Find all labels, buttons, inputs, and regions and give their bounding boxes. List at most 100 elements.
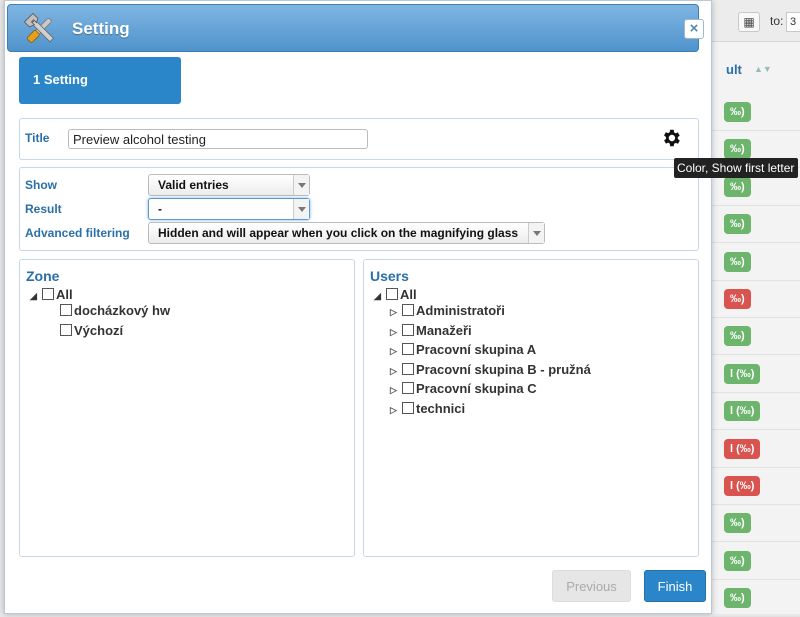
users-tree-item[interactable]: ▷ Manažeři [390, 323, 472, 341]
zone-root-checkbox[interactable] [42, 288, 54, 300]
table-row[interactable]: ‰) [712, 206, 800, 244]
sort-icon[interactable]: ▲▼ [754, 64, 772, 74]
close-button[interactable]: × [684, 19, 704, 39]
users-root-label: All [400, 287, 417, 302]
users-tree-item[interactable]: ▷ Administratoři [390, 303, 505, 321]
users-title: Users [370, 268, 409, 284]
table-row[interactable]: l (‰) [712, 468, 800, 505]
title-panel: Title [19, 118, 699, 160]
status-badge: ‰) [724, 176, 751, 197]
users-item-checkbox[interactable] [402, 343, 414, 355]
zone-panel: Zone ◢ All docházkový hw Výchozí [19, 259, 355, 557]
gear-tooltip: Color, Show first letter [674, 158, 798, 178]
expand-triangle-icon[interactable]: ◢ [374, 291, 386, 302]
collapsed-triangle-icon[interactable]: ▷ [390, 327, 402, 338]
users-tree-item[interactable]: ▷ Pracovní skupina C [390, 381, 537, 399]
status-badge: l (‰) [724, 476, 761, 496]
title-label: Title [25, 131, 50, 145]
advanced-filtering-select[interactable]: Hidden and will appear when you click on… [148, 222, 545, 244]
users-item-label: Pracovní skupina B - pružná [416, 362, 591, 377]
result-column-header[interactable]: ult [726, 62, 742, 77]
collapsed-triangle-icon[interactable]: ▷ [390, 346, 402, 357]
result-select[interactable]: - [148, 198, 310, 220]
chevron-down-icon [528, 223, 544, 243]
show-label: Show [25, 178, 57, 192]
title-input[interactable] [68, 129, 368, 149]
users-item-label: Pracovní skupina A [416, 342, 537, 357]
table-row[interactable]: ‰) [712, 580, 800, 617]
users-item-label: Manažeři [416, 323, 472, 338]
dialog-title: Setting [72, 19, 130, 38]
show-value: Valid entries [158, 178, 229, 192]
users-tree-item[interactable]: ▷ Pracovní skupina A [390, 342, 536, 360]
setting-dialog: Setting × 1 Setting Title Show Valid ent… [4, 0, 712, 614]
users-item-checkbox[interactable] [402, 382, 414, 394]
table-row[interactable]: ‰) [712, 505, 800, 543]
status-badge: ‰) [724, 588, 751, 609]
chevron-down-icon [293, 199, 309, 219]
filter-panel: Show Valid entries Result - Advanced fil… [19, 167, 699, 251]
users-item-checkbox[interactable] [402, 402, 414, 414]
dialog-titlebar: Setting × [7, 4, 704, 52]
finish-button[interactable]: Finish [644, 570, 706, 602]
result-value: - [158, 202, 162, 216]
collapsed-triangle-icon[interactable]: ▷ [390, 385, 402, 396]
gear-icon[interactable] [660, 127, 682, 149]
tab-step-1-setting[interactable]: 1 Setting [19, 57, 181, 104]
users-item-label: Administratoři [416, 303, 505, 318]
users-item-checkbox[interactable] [402, 363, 414, 375]
users-item-checkbox[interactable] [402, 304, 414, 316]
tools-icon [23, 12, 55, 43]
status-badge: l (‰) [724, 401, 761, 422]
zone-item-label: docházkový hw [74, 303, 171, 318]
zone-item-checkbox[interactable] [60, 324, 72, 336]
status-badge: ‰) [724, 139, 751, 160]
status-badge: ‰) [724, 289, 751, 309]
close-icon: × [689, 20, 699, 37]
table-row[interactable]: ‰) [712, 244, 800, 281]
chevron-down-icon [293, 175, 309, 195]
background-toolbar: ▦ to: 3 [712, 0, 800, 42]
status-badge: ‰) [724, 251, 751, 272]
collapsed-triangle-icon[interactable]: ▷ [390, 366, 402, 377]
table-row[interactable]: ‰) [712, 94, 800, 131]
status-badge: ‰) [724, 550, 751, 571]
users-panel: Users ◢ All ▷ Administratoři ▷ Manažeři ▷ Pr… [363, 259, 699, 557]
table-row[interactable]: l (‰) [712, 393, 800, 431]
date-to-field[interactable]: 3 [786, 12, 800, 32]
table-row[interactable]: l (‰) [712, 356, 800, 393]
users-item-label: Pracovní skupina C [416, 381, 537, 396]
previous-button[interactable]: Previous [552, 570, 631, 602]
table-row[interactable]: ‰) [712, 318, 800, 356]
users-item-checkbox[interactable] [402, 324, 414, 336]
users-root-checkbox[interactable] [386, 288, 398, 300]
table-row[interactable]: l (‰) [712, 431, 800, 468]
zone-root-label: All [56, 287, 73, 302]
status-badge: ‰) [724, 214, 751, 235]
zone-item-checkbox[interactable] [60, 304, 72, 316]
table-row[interactable]: ‰) [712, 543, 800, 580]
zone-title: Zone [26, 268, 60, 284]
users-item-label: technici [416, 401, 466, 416]
date-to-label: to: [770, 14, 784, 28]
result-label: Result [25, 202, 62, 216]
status-badge: ‰) [724, 326, 751, 347]
status-badge: l (‰) [724, 363, 761, 384]
users-tree-item[interactable]: ▷ Pracovní skupina B - pružná [390, 362, 591, 380]
show-select[interactable]: Valid entries [148, 174, 310, 196]
zone-tree-item[interactable]: docházkový hw [60, 303, 170, 321]
status-badge: l (‰) [724, 438, 761, 459]
collapsed-triangle-icon[interactable]: ▷ [390, 307, 402, 318]
zone-item-label: Výchozí [74, 323, 124, 338]
collapsed-triangle-icon[interactable]: ▷ [390, 405, 402, 416]
expand-triangle-icon[interactable]: ◢ [30, 291, 42, 302]
calendar-icon[interactable]: ▦ [738, 12, 760, 32]
advanced-filtering-value: Hidden and will appear when you click on… [158, 226, 519, 240]
zone-tree-item[interactable]: Výchozí [60, 323, 123, 341]
background-app: ▦ to: 3 ult ▲▼ ‰) ‰) ‰) ‰) ‰) ‰) ‰) l (‰) l (‰) l… [712, 0, 800, 617]
status-badge: ‰) [724, 513, 751, 534]
status-badge: ‰) [724, 102, 751, 122]
advanced-filtering-label: Advanced filtering [25, 226, 130, 240]
table-row[interactable]: ‰) [712, 281, 800, 318]
users-tree-item[interactable]: ▷ technici [390, 401, 465, 419]
